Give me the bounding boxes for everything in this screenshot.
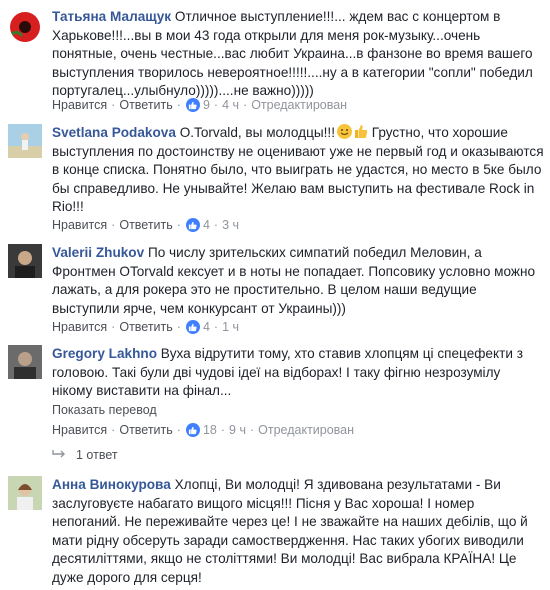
comment-body: Татьяна Малащук Отличное выступление!!!.… <box>52 8 544 101</box>
timestamp[interactable]: 3 ч <box>222 218 239 232</box>
thumbs-up-icon[interactable] <box>185 218 200 232</box>
comment-body: Gregory Lakhno Вуха відрутити тому, хто … <box>52 345 544 401</box>
thumbs-up-icon[interactable] <box>185 320 200 334</box>
comment-actions: Нравится · Ответить · 4 · 1 ч <box>52 320 240 334</box>
comment-body: Анна Винокурова Хлопці, Ви молодці! Я зд… <box>52 476 544 587</box>
avatar[interactable] <box>8 10 42 44</box>
comment-author[interactable]: Valerii Zhukov <box>52 245 144 260</box>
comment-actions: Нравится · Ответить · 9 · 4 ч · Отредакт… <box>52 98 348 112</box>
comment-actions: Нравится · Ответить · 18 · 9 ч · Отредак… <box>52 423 355 437</box>
avatar[interactable] <box>8 345 42 379</box>
comment-author[interactable]: Татьяна Малащук <box>52 9 171 24</box>
smiley-emoji-icon <box>336 124 352 139</box>
timestamp[interactable]: 9 ч <box>229 423 246 437</box>
show-translation-link[interactable]: Показать перевод <box>52 403 157 417</box>
comment-author[interactable]: Анна Винокурова <box>52 477 171 492</box>
comment-body: Valerii Zhukov По числу зрительских симп… <box>52 244 544 318</box>
reply-link[interactable]: Ответить <box>119 98 172 112</box>
like-link[interactable]: Нравится <box>52 98 107 112</box>
thumbs-up-emoji-icon <box>354 124 368 139</box>
like-link[interactable]: Нравится <box>52 320 107 334</box>
reaction-count[interactable]: 18 <box>203 423 217 437</box>
reply-link[interactable]: Ответить <box>119 320 172 334</box>
thumbs-up-icon[interactable] <box>185 423 200 437</box>
replies-count-label[interactable]: 1 ответ <box>76 448 118 462</box>
comment-body: Svetlana Podakova O.Torvald, вы молодцы!… <box>52 124 544 217</box>
edited-label[interactable]: Отредактирован <box>258 423 354 437</box>
reply-link[interactable]: Ответить <box>119 423 172 437</box>
timestamp[interactable]: 4 ч <box>222 98 239 112</box>
reply-arrow-icon <box>52 448 68 462</box>
comment-text: Хлопці, Ви молодці! Я здивована результа… <box>52 477 528 585</box>
reaction-count[interactable]: 9 <box>203 98 210 112</box>
reaction-count[interactable]: 4 <box>203 218 210 232</box>
reaction-count[interactable]: 4 <box>203 320 210 334</box>
like-link[interactable]: Нравится <box>52 423 107 437</box>
timestamp[interactable]: 1 ч <box>222 320 239 334</box>
comment-author[interactable]: Gregory Lakhno <box>52 346 157 361</box>
avatar[interactable] <box>8 244 42 278</box>
avatar[interactable] <box>8 476 42 510</box>
reply-link[interactable]: Ответить <box>119 218 172 232</box>
thumbs-up-icon[interactable] <box>185 98 200 112</box>
edited-label[interactable]: Отредактирован <box>251 98 347 112</box>
view-replies-link[interactable]: 1 ответ <box>52 448 118 462</box>
comment-actions: Нравится · Ответить · 4 · 3 ч <box>52 218 240 232</box>
comment-text-lead: O.Torvald, вы молодцы!!! <box>179 125 335 140</box>
comment-author[interactable]: Svetlana Podakova <box>52 125 176 140</box>
avatar[interactable] <box>8 124 42 158</box>
like-link[interactable]: Нравится <box>52 218 107 232</box>
